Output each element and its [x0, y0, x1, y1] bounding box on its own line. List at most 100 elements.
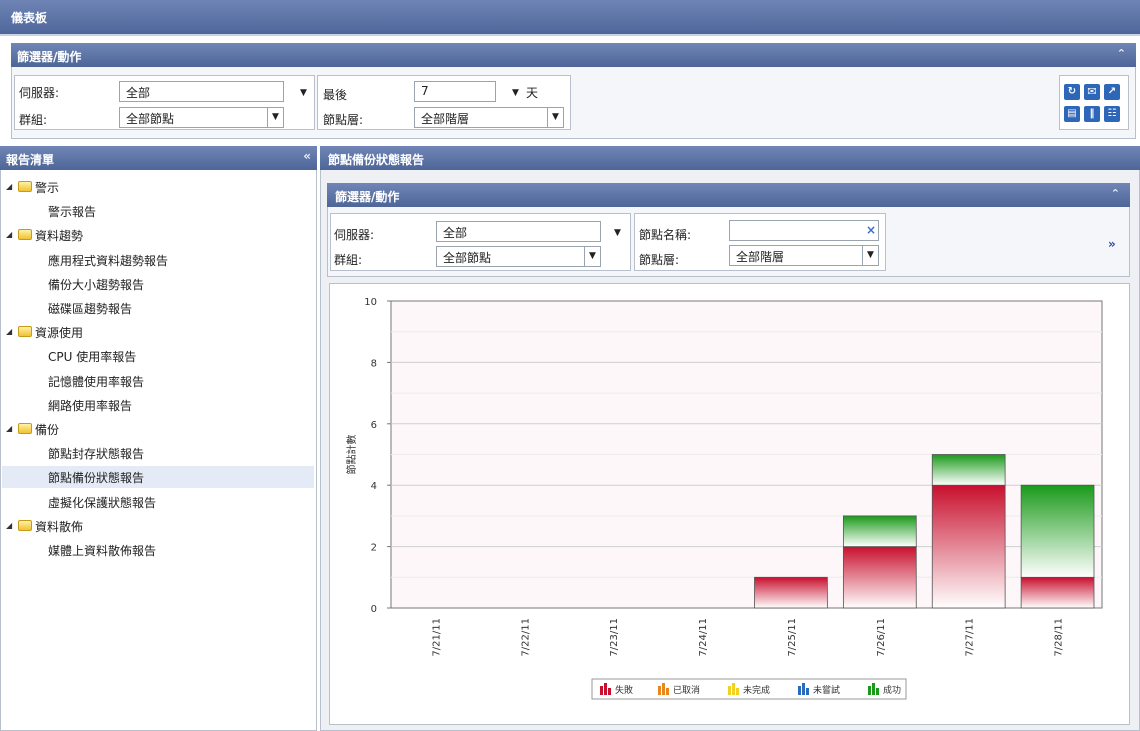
y-tick-label: 6 [371, 420, 377, 431]
layout-three-column-icon[interactable]: ☷ [1104, 106, 1120, 122]
refresh-icon[interactable]: ↻ [1064, 84, 1080, 100]
tree-item-label: 記憶體使用率報告 [48, 374, 145, 389]
report-server-select[interactable]: 全部 [436, 221, 601, 242]
tree-report-item[interactable]: 節點備份狀態報告 [2, 466, 314, 489]
x-tick-label: 7/23/11 [609, 618, 620, 657]
tree-report-item[interactable]: 應用程式資料趨勢報告 [2, 249, 314, 271]
tree-item-label: 備份大小趨勢報告 [48, 277, 145, 292]
legend-swatch-bar [608, 688, 611, 695]
bar-segment [931, 454, 1006, 486]
email-icon[interactable]: ✉ [1084, 84, 1100, 100]
report-tier-dropdown-arrow[interactable]: ▼ [862, 246, 878, 265]
tree-item-label: 節點備份狀態報告 [48, 471, 145, 486]
tree-folder[interactable]: ◢ 備份 [2, 418, 314, 440]
collapse-up-icon[interactable]: ⌃ [1111, 187, 1120, 200]
export-icon[interactable]: ↗ [1104, 84, 1120, 100]
tree-report-item[interactable]: 磁碟區趨勢報告 [2, 297, 314, 319]
group-dropdown-arrow[interactable]: ▼ [267, 108, 283, 127]
report-filter-header[interactable]: 篩選器/動作 ⌃ [327, 183, 1130, 207]
legend-label: 失敗 [615, 684, 633, 696]
node-backup-status-chart: 0 2 4 6 8 10 節點計數 7/21/11 7/22/11 7/23/11 7/24/11 7… [345, 297, 1103, 700]
server-dropdown-arrow[interactable]: ▼ [300, 88, 307, 98]
days-dropdown-arrow[interactable]: ▼ [512, 88, 519, 98]
report-tier-select[interactable]: 全部階層 [729, 245, 879, 266]
tree-item-label: 應用程式資料趨勢報告 [48, 253, 169, 268]
legend-swatch-bar [604, 683, 607, 695]
y-tick-label: 8 [371, 358, 377, 369]
legend-swatch-bar [868, 686, 871, 695]
report-group-select[interactable]: 全部節點 [436, 246, 601, 267]
tree-item-label: 網路使用率報告 [48, 398, 133, 413]
report-list-title: 報告清單 [6, 153, 55, 167]
clear-x-icon[interactable]: × [866, 223, 876, 237]
tier-label: 節點層: [323, 113, 364, 127]
tree-report-item[interactable]: 網路使用率報告 [2, 394, 314, 416]
legend-swatch-bar [658, 686, 661, 695]
legend-swatch-bar [798, 686, 801, 695]
tree-folder[interactable]: ◢ 資源使用 [2, 321, 314, 343]
legend-swatch-bar [872, 683, 875, 695]
tree-report-item[interactable]: 節點封存狀態報告 [2, 442, 314, 464]
expand-triangle-icon[interactable]: ◢ [6, 424, 12, 433]
y-tick-label: 10 [364, 297, 377, 308]
expand-triangle-icon[interactable]: ◢ [6, 182, 12, 191]
server-label: 伺服器: [19, 86, 60, 100]
x-tick-label: 7/28/11 [1054, 618, 1065, 657]
y-tick-label: 0 [371, 604, 377, 615]
bar-segment [842, 546, 917, 609]
legend-label: 成功 [883, 684, 901, 696]
group-select[interactable]: 全部節點 [119, 107, 284, 128]
collapse-up-icon[interactable]: ⌃ [1117, 47, 1126, 60]
tree-report-item[interactable]: 媒體上資料散佈報告 [2, 539, 314, 561]
tree-item-label: 磁碟區趨勢報告 [48, 302, 133, 316]
top-filter-header[interactable]: 篩選器/動作 ⌃ [11, 43, 1136, 67]
tree-report-item[interactable]: 警示報告 [2, 200, 314, 222]
bar-segment [1020, 484, 1095, 578]
last-label: 最後 [323, 88, 348, 102]
tier-select[interactable]: 全部階層 [414, 107, 564, 128]
last-days-input[interactable]: 7 [414, 81, 496, 102]
app-title: 儀表板 [11, 11, 48, 25]
layout-two-column-icon[interactable]: ‖ [1084, 106, 1100, 122]
expand-triangle-icon[interactable]: ◢ [6, 521, 12, 530]
tier-dropdown-arrow[interactable]: ▼ [547, 108, 563, 127]
tree-folder[interactable]: ◢ 資料趨勢 [2, 224, 314, 246]
x-tick-label: 7/25/11 [787, 618, 798, 657]
layout-single-icon[interactable]: ▤ [1064, 106, 1080, 122]
tree-folder[interactable]: ◢ 警示 [2, 176, 314, 198]
y-tick-label: 2 [371, 543, 377, 554]
tree-item-label: 資源使用 [35, 326, 84, 341]
legend-label: 已取消 [673, 684, 700, 696]
legend-swatch-bar [600, 686, 603, 695]
report-server-dropdown-arrow[interactable]: ▼ [614, 228, 621, 238]
x-tick-label: 7/22/11 [520, 618, 531, 657]
report-tree: ◢ 警示警示報告 ◢ 資料趨勢應用程式資料趨勢報告 備份大小趨勢報告 磁碟區趨勢報告 ◢ 資源… [2, 176, 314, 576]
expand-triangle-icon[interactable]: ◢ [6, 230, 12, 239]
report-group-dropdown-arrow[interactable]: ▼ [584, 247, 600, 266]
bar-segment [842, 515, 917, 547]
node-name-input[interactable] [729, 220, 879, 241]
tree-item-label: CPU 使用率報告 [48, 350, 137, 365]
tree-item-label: 資料趨勢 [35, 229, 84, 244]
tree-report-item[interactable]: 備份大小趨勢報告 [2, 273, 314, 295]
folder-icon [18, 181, 32, 192]
report-tier-label: 節點層: [639, 253, 680, 267]
bar-segment [754, 576, 828, 609]
expand-right-icon[interactable]: » [1108, 237, 1116, 251]
server-select[interactable]: 全部 [119, 81, 284, 102]
tree-report-item[interactable]: CPU 使用率報告 [2, 345, 314, 367]
tree-item-label: 節點封存狀態報告 [48, 447, 145, 462]
legend-label: 未嘗試 [813, 684, 840, 696]
tree-report-item[interactable]: 虛擬化保護狀態報告 [2, 491, 314, 513]
y-axis-label: 節點計數 [345, 435, 358, 475]
tree-report-item[interactable]: 記憶體使用率報告 [2, 370, 314, 392]
legend-swatch-bar [876, 688, 879, 695]
legend-swatch-bar [666, 688, 669, 695]
collapse-left-icon[interactable]: « [303, 149, 311, 163]
tree-folder[interactable]: ◢ 資料散佈 [2, 515, 314, 537]
tree-item-label: 警示 [35, 181, 60, 195]
report-group-label: 群組: [334, 253, 363, 267]
x-tick-label: 7/27/11 [965, 618, 976, 657]
legend-swatch-bar [728, 686, 731, 695]
expand-triangle-icon[interactable]: ◢ [6, 327, 12, 336]
